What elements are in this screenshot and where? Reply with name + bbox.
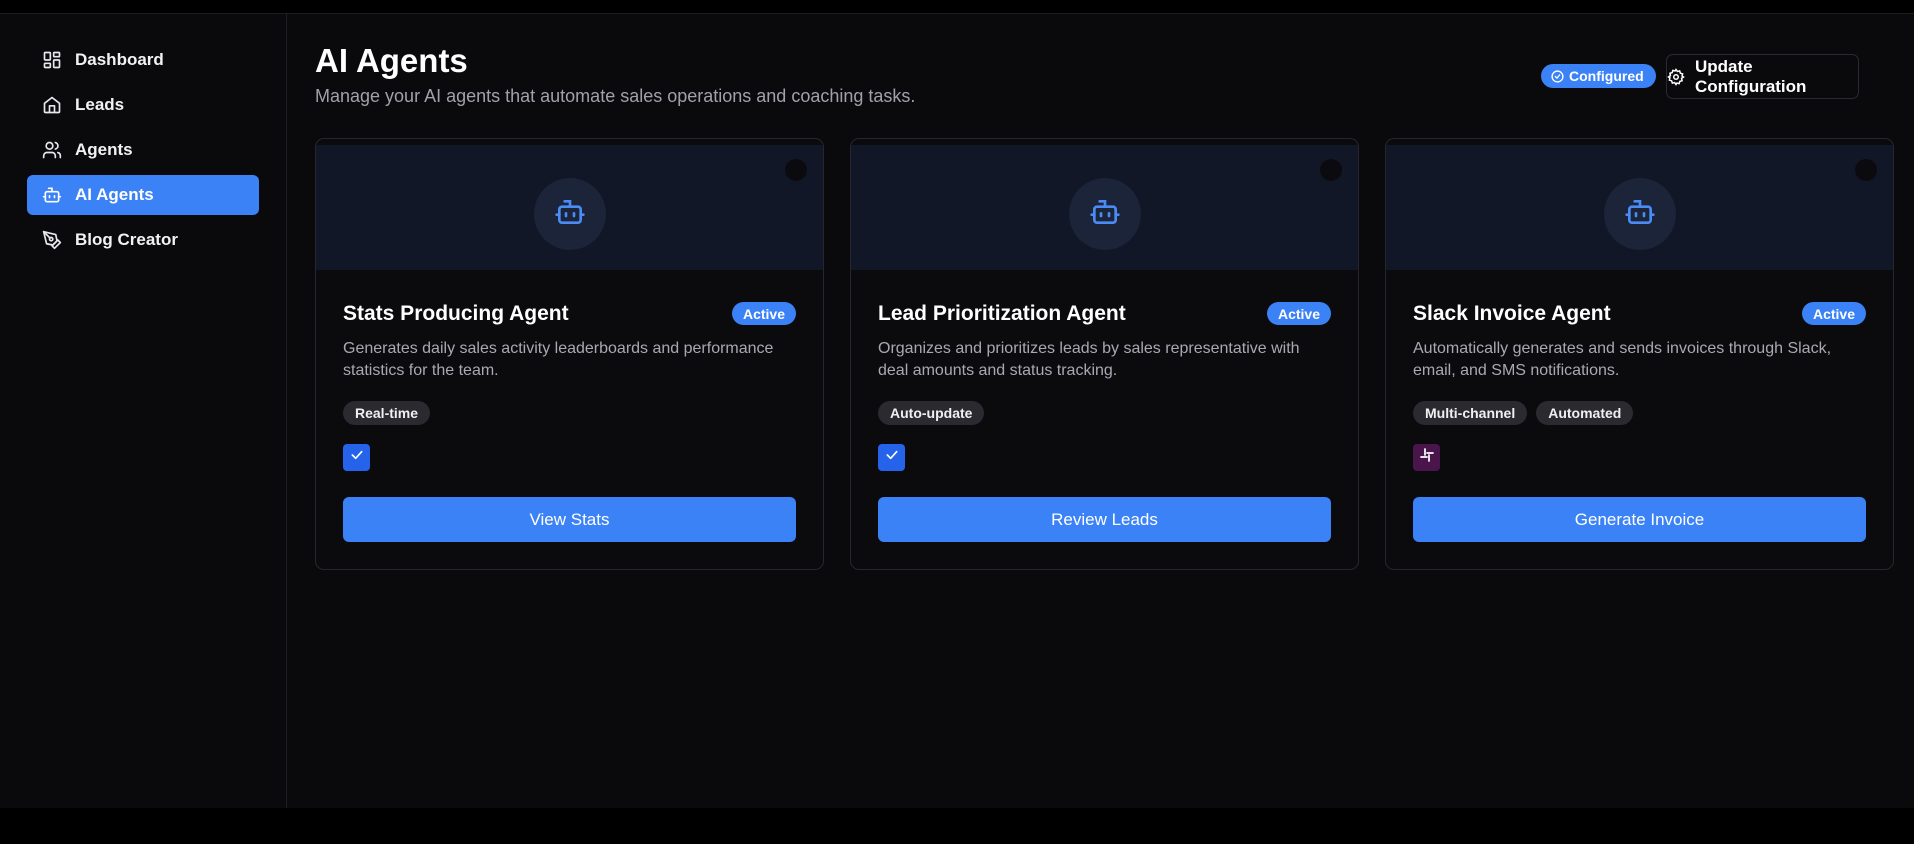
top-strip xyxy=(0,0,1914,14)
page-title: AI Agents xyxy=(315,42,468,79)
robot-avatar xyxy=(1603,178,1676,250)
card-menu-dot[interactable] xyxy=(1320,159,1342,181)
bot-icon xyxy=(554,196,586,233)
sidebar-item-label: Blog Creator xyxy=(75,230,178,249)
card-hero xyxy=(851,145,1358,270)
bot-icon xyxy=(41,184,63,206)
sidebar-item-label: Agents xyxy=(75,140,133,159)
slack-integration-tile xyxy=(1413,444,1440,471)
card-menu-dot[interactable] xyxy=(1855,159,1877,181)
sidebar-item-label: Dashboard xyxy=(75,50,164,69)
tag: Real-time xyxy=(343,401,431,425)
agent-card-leads: Lead Prioritization Agent Active Organiz… xyxy=(850,138,1359,570)
users-icon xyxy=(41,139,63,161)
generate-invoice-button[interactable]: Generate Invoice xyxy=(1413,497,1866,542)
configured-badge: Configured xyxy=(1541,64,1656,88)
pen-icon xyxy=(41,229,63,251)
bot-icon xyxy=(1624,196,1656,233)
sidebar: Dashboard Leads Agents AI Agents Blog Cr… xyxy=(0,14,287,808)
card-description: Organizes and prioritizes leads by sales… xyxy=(878,340,1300,379)
sidebar-item-ai-agents[interactable]: AI Agents xyxy=(27,175,259,215)
agent-card-stats: Stats Producing Agent Active Generates d… xyxy=(315,138,824,570)
robot-avatar xyxy=(1068,178,1141,250)
tag-list: Real-time xyxy=(343,401,431,425)
gear-icon xyxy=(1667,67,1685,86)
check-icon xyxy=(349,447,365,468)
sidebar-item-agents[interactable]: Agents xyxy=(27,130,259,170)
tag: Auto-update xyxy=(878,401,985,425)
status-badge: Active xyxy=(1266,302,1331,325)
status-badge: Active xyxy=(1801,302,1866,325)
slack-icon xyxy=(1419,447,1435,468)
bot-icon xyxy=(1089,196,1121,233)
tag-list: Auto-update xyxy=(878,401,985,425)
agent-card-slack-invoice: Slack Invoice Agent Active Automatically… xyxy=(1385,138,1894,570)
bottom-strip xyxy=(0,808,1914,844)
sidebar-item-label: Leads xyxy=(75,95,125,114)
status-badge: Active xyxy=(731,302,796,325)
sidebar-item-dashboard[interactable]: Dashboard xyxy=(27,40,259,80)
enabled-checkbox[interactable] xyxy=(343,444,370,471)
enabled-checkbox[interactable] xyxy=(878,444,905,471)
card-hero xyxy=(1386,145,1893,270)
sidebar-item-leads[interactable]: Leads xyxy=(27,85,259,125)
card-menu-dot[interactable] xyxy=(785,159,807,181)
card-title: Slack Invoice Agent xyxy=(1413,302,1611,325)
check-icon xyxy=(884,447,900,468)
page-subtitle: Manage your AI agents that automate sale… xyxy=(315,86,916,106)
card-hero xyxy=(316,145,823,270)
view-stats-button[interactable]: View Stats xyxy=(343,497,796,542)
card-title: Stats Producing Agent xyxy=(343,302,569,325)
sidebar-item-blog-creator[interactable]: Blog Creator xyxy=(27,220,259,260)
app-window: Dashboard Leads Agents AI Agents Blog Cr… xyxy=(0,14,1914,808)
main-content: AI Agents Manage your AI agents that aut… xyxy=(288,14,1914,808)
tag-list: Multi-channel Automated xyxy=(1413,401,1634,425)
update-configuration-label: Update Configuration xyxy=(1695,56,1807,96)
robot-avatar xyxy=(533,178,606,250)
card-description: Automatically generates and sends invoic… xyxy=(1413,340,1832,379)
update-configuration-button[interactable]: Update Configuration xyxy=(1666,54,1859,99)
dashboard-icon xyxy=(41,49,63,71)
card-description: Generates daily sales activity leaderboa… xyxy=(343,340,774,379)
review-leads-button[interactable]: Review Leads xyxy=(878,497,1331,542)
tag: Automated xyxy=(1536,401,1634,425)
sidebar-item-label: AI Agents xyxy=(75,185,154,204)
check-circle-icon xyxy=(1551,69,1564,83)
card-title: Lead Prioritization Agent xyxy=(878,302,1126,325)
home-icon xyxy=(41,94,63,116)
tag: Multi-channel xyxy=(1413,401,1528,425)
configured-label: Configured xyxy=(1569,68,1644,84)
